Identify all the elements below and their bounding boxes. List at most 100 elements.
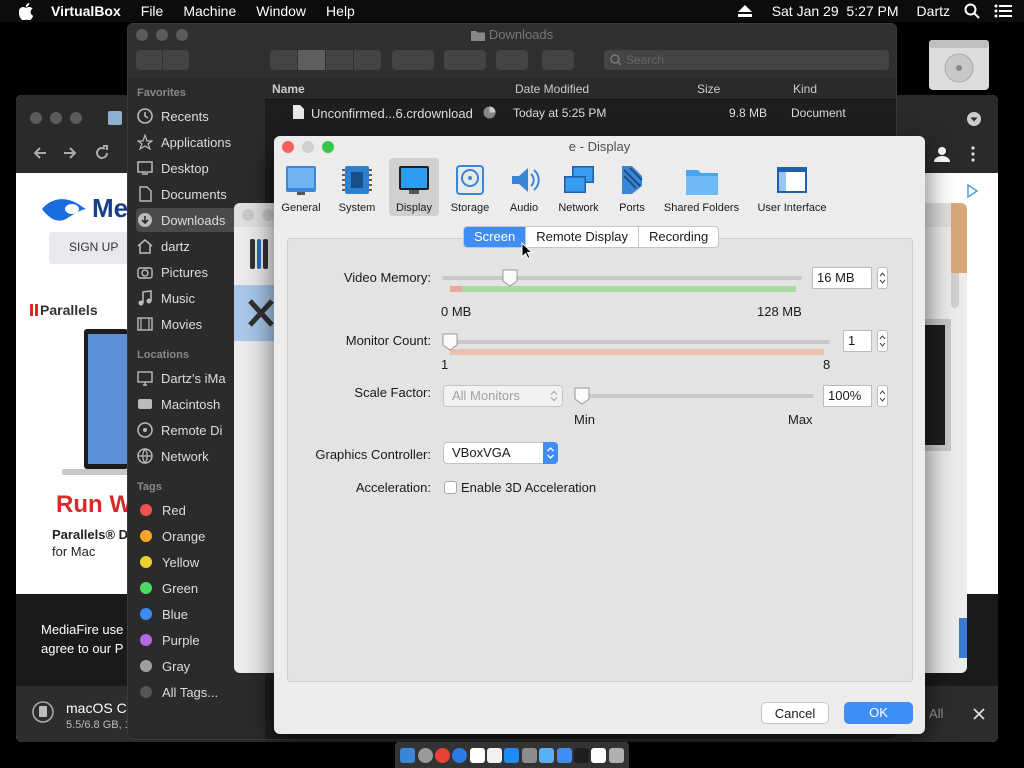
menu-window[interactable]: Window (256, 3, 306, 19)
ad-choices-icon[interactable] (966, 184, 978, 198)
notification-center-icon[interactable] (994, 4, 1012, 18)
view-columns-button[interactable] (326, 50, 353, 70)
monitor-count-stepper[interactable] (877, 330, 888, 352)
toolbar-general-button[interactable]: General (280, 158, 322, 216)
share-button[interactable] (496, 50, 528, 70)
sidebar-item-applications[interactable]: Applications (136, 130, 261, 154)
tab-dropdown-icon[interactable] (967, 112, 981, 126)
profile-icon[interactable] (934, 146, 950, 162)
menu-user[interactable]: Dartz (917, 3, 950, 19)
enable-3d-checkbox-label[interactable]: Enable 3D Acceleration (461, 480, 596, 495)
dialog-minimize-button[interactable] (302, 141, 314, 153)
monitor-count-slider-thumb[interactable] (442, 333, 458, 351)
browser-zoom-button[interactable] (70, 112, 82, 124)
manager-close-button[interactable] (242, 209, 254, 221)
graphics-controller-dropdown[interactable]: VBoxVGA (443, 442, 558, 464)
scale-factor-slider-thumb[interactable] (574, 387, 590, 405)
finder-close-button[interactable] (136, 29, 148, 41)
browser-menu-icon[interactable] (971, 146, 975, 162)
hard-drive-icon[interactable] (925, 34, 993, 92)
sidebar-item-recents[interactable]: Recents (136, 104, 261, 128)
video-memory-field[interactable]: 16 MB (812, 267, 872, 289)
menu-app-name[interactable]: VirtualBox (51, 3, 121, 19)
video-memory-slider-thumb[interactable] (502, 269, 518, 287)
app-store-dock-icon[interactable] (504, 747, 520, 763)
calendar-dock-icon[interactable] (469, 747, 485, 763)
tags-button[interactable] (542, 50, 574, 70)
tools-icon[interactable] (248, 237, 270, 271)
ok-button[interactable]: OK (844, 702, 913, 724)
toolbar-user-interface-button[interactable]: User Interface (756, 158, 828, 216)
reload-icon[interactable] (94, 145, 110, 161)
column-name[interactable]: Name (272, 82, 305, 96)
forward-icon[interactable] (62, 145, 78, 161)
download-bar-close-icon[interactable] (973, 708, 985, 720)
toolbar-shared-folders-button[interactable]: Shared Folders (664, 158, 739, 216)
spotlight-search-icon[interactable] (964, 3, 980, 19)
scale-factor-field[interactable]: 100% (823, 385, 872, 407)
tag-item-all-tags[interactable]: All Tags... (136, 680, 261, 704)
notes-dock-icon[interactable] (487, 747, 503, 763)
safari-dock-icon[interactable] (452, 747, 468, 763)
finder-forward-button[interactable] (163, 50, 189, 70)
toolbar-storage-button[interactable]: Storage (448, 158, 492, 216)
browser-minimize-button[interactable] (50, 112, 62, 124)
cancel-button[interactable]: Cancel (761, 702, 829, 724)
finder-zoom-button[interactable] (176, 29, 188, 41)
menu-clock[interactable]: Sat Jan 29 5:27 PM (772, 3, 899, 19)
column-kind[interactable]: Kind (793, 82, 817, 96)
download-name[interactable]: macOS Ca (66, 700, 134, 716)
scale-factor-stepper[interactable] (877, 385, 888, 407)
dialog-zoom-button[interactable] (322, 141, 334, 153)
eject-icon[interactable] (737, 5, 752, 17)
back-icon[interactable] (32, 145, 48, 161)
download-file-icon (32, 701, 54, 723)
video-memory-stepper[interactable] (877, 267, 888, 289)
file-row[interactable]: Unconfirmed...6.crdownload Today at 5:25… (265, 101, 896, 125)
menu-machine[interactable]: Machine (183, 3, 236, 19)
finder-dock-icon[interactable] (400, 747, 416, 763)
dialog-close-button[interactable] (282, 141, 294, 153)
finder-search-field[interactable]: Search (604, 50, 889, 70)
tab-remote-display[interactable]: Remote Display (526, 227, 639, 247)
view-list-button[interactable] (298, 50, 325, 70)
app-store-2-dock-icon[interactable] (556, 747, 572, 763)
view-icons-button[interactable] (270, 50, 297, 70)
tab-screen[interactable]: Screen (464, 227, 527, 247)
chrome-dock-icon[interactable] (434, 747, 450, 763)
virtualbox-dock-icon[interactable] (539, 747, 555, 763)
browser-close-button[interactable] (30, 112, 42, 124)
monitor-count-slider-track[interactable] (442, 340, 830, 344)
view-gallery-button[interactable] (354, 50, 381, 70)
enable-3d-checkbox[interactable] (444, 481, 457, 494)
manager-minimize-button[interactable] (262, 209, 274, 221)
action-gear-button[interactable] (444, 50, 486, 70)
scale-factor-slider-track[interactable] (574, 394, 814, 398)
group-by-button[interactable] (392, 50, 434, 70)
column-date-modified[interactable]: Date Modified (515, 82, 589, 96)
show-all-downloads-link[interactable]: All (929, 706, 943, 721)
terminal-dock-icon[interactable] (573, 747, 589, 763)
monitor-select-dropdown[interactable]: All Monitors (443, 385, 563, 407)
video-memory-slider-track[interactable] (442, 276, 802, 280)
tab-favicon-icon[interactable] (108, 111, 122, 125)
monitor-count-field[interactable]: 1 (843, 330, 872, 352)
toolbar-system-button[interactable]: System (336, 158, 378, 216)
toolbar-audio-button[interactable]: Audio (504, 158, 544, 216)
chevron-updown-icon (550, 390, 558, 402)
tab-recording[interactable]: Recording (639, 227, 718, 247)
menu-help[interactable]: Help (326, 3, 355, 19)
trash-dock-icon[interactable] (608, 747, 624, 763)
sidebar-item-desktop[interactable]: Desktop (136, 156, 261, 180)
toolbar-ports-button[interactable]: Ports (612, 158, 652, 216)
system-preferences-dock-icon[interactable] (521, 747, 537, 763)
launchpad-dock-icon[interactable] (417, 747, 433, 763)
toolbar-network-button[interactable]: Network (556, 158, 601, 216)
finder-minimize-button[interactable] (156, 29, 168, 41)
column-size[interactable]: Size (697, 82, 720, 96)
menu-file[interactable]: File (141, 3, 164, 19)
finder-back-button[interactable] (136, 50, 162, 70)
apple-icon[interactable] (19, 2, 33, 20)
toolbar-display-button[interactable]: Display (389, 158, 439, 216)
document-dock-icon[interactable] (591, 747, 607, 763)
